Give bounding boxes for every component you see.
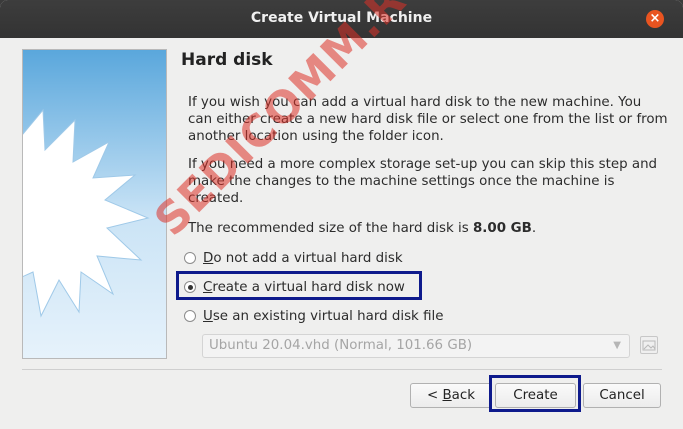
starburst-shape [23, 108, 150, 318]
radio-circle-selected[interactable] [184, 281, 196, 293]
back-label: ack [451, 388, 475, 403]
radio-label: Do not add a virtual hard disk [203, 251, 403, 266]
radio-label: Create a virtual hard disk now [203, 280, 405, 295]
back-prefix: < [427, 388, 443, 403]
chevron-down-icon: ▼ [613, 340, 621, 351]
radio-label: Use an existing virtual hard disk file [203, 309, 443, 324]
label-text: reate a virtual hard disk now [212, 279, 405, 295]
choose-disk-folder-button[interactable] [640, 336, 658, 354]
label-text: se an existing virtual hard disk file [212, 308, 444, 324]
recommended-suffix: . [531, 221, 537, 236]
mnemonic-letter: B [442, 388, 452, 403]
existing-disk-select[interactable]: Ubuntu 20.04.vhd (Normal, 101.66 GB) ▼ [202, 334, 630, 358]
recommended-size-value: 8.00 GB [472, 221, 532, 236]
radio-use-existing-disk[interactable]: Use an existing virtual hard disk file [184, 306, 443, 326]
recommended-size-text: The recommended size of the hard disk is… [188, 220, 668, 237]
dialog-window: Create Virtual Machine × Hard disk If yo… [0, 0, 683, 429]
folder-image-icon [642, 340, 656, 351]
mnemonic-letter: C [203, 279, 213, 295]
mnemonic-letter: U [203, 308, 213, 324]
footer-divider [22, 369, 662, 370]
radio-do-not-add-disk[interactable]: Do not add a virtual hard disk [184, 248, 403, 268]
wizard-illustration [22, 49, 167, 359]
recommended-prefix: The recommended size of the hard disk is [188, 221, 473, 236]
mnemonic-letter: D [203, 250, 214, 266]
back-button[interactable]: < Back [410, 383, 492, 408]
starburst-graphic [23, 108, 150, 318]
disk-select-value: Ubuntu 20.04.vhd (Normal, 101.66 GB) [209, 338, 473, 353]
cancel-button[interactable]: Cancel [583, 383, 661, 408]
radio-circle[interactable] [184, 252, 196, 264]
close-button[interactable]: × [646, 10, 664, 28]
radio-create-disk-now[interactable]: Create a virtual hard disk now [184, 277, 405, 297]
annotation-highlight-create-button [489, 375, 581, 412]
page-heading: Hard disk [181, 50, 273, 70]
radio-circle[interactable] [184, 310, 196, 322]
label-text: o not add a virtual hard disk [213, 250, 403, 266]
